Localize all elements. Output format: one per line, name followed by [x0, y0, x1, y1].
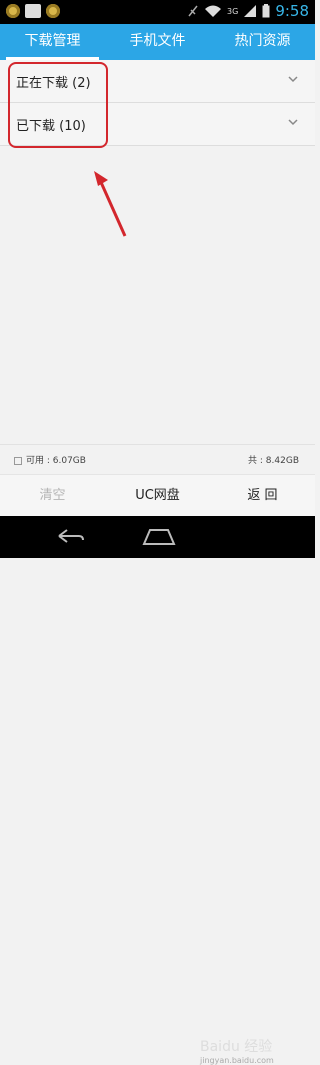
bottom-action-bar: 清空 UC网盘 返 回 — [0, 474, 315, 517]
image-notification-icon — [25, 4, 41, 18]
tab-phone-files[interactable]: 手机文件 — [105, 24, 210, 60]
storage-free: 可用 : 6.07GB — [14, 453, 86, 466]
clear-button[interactable]: 清空 — [0, 475, 105, 517]
chevron-down-icon — [288, 119, 298, 126]
highlight-box — [8, 62, 108, 148]
watermark: Baidu 经验 jingyan.baidu.com — [200, 1036, 274, 1065]
chevron-down-icon — [288, 76, 298, 83]
back-button[interactable]: 返 回 — [210, 475, 315, 517]
annotation-arrow — [94, 171, 127, 237]
storage-info: 可用 : 6.07GB 共 : 8.42GB — [0, 444, 315, 471]
vibrate-icon — [188, 5, 198, 17]
home-nav-icon[interactable] — [142, 528, 176, 546]
clock: 9:58 — [275, 2, 309, 20]
network-type-label: 3G — [227, 6, 239, 16]
system-icons: 3G 9:58 — [187, 2, 309, 20]
system-nav-bar: Baidu 经验 jingyan.baidu.com — [0, 516, 315, 1065]
battery-icon — [262, 4, 270, 18]
storage-total: 共 : 8.42GB — [248, 456, 299, 466]
watermark-url: jingyan.baidu.com — [200, 1056, 274, 1065]
back-nav-icon[interactable] — [55, 528, 85, 546]
status-bar: 3G 9:58 — [0, 0, 315, 24]
tab-bar: 下载管理 手机文件 热门资源 — [0, 24, 315, 60]
tab-hot-resources[interactable]: 热门资源 — [210, 24, 315, 60]
signal-icon — [244, 5, 257, 17]
app-notification-icon — [6, 4, 20, 18]
tab-download-manager[interactable]: 下载管理 — [0, 24, 105, 60]
uc-disk-button[interactable]: UC网盘 — [105, 475, 210, 517]
app-notification-icon-2 — [46, 4, 60, 18]
notification-icons — [6, 4, 60, 18]
watermark-brand: Baidu 经验 — [200, 1039, 273, 1055]
wifi-icon — [205, 5, 222, 17]
